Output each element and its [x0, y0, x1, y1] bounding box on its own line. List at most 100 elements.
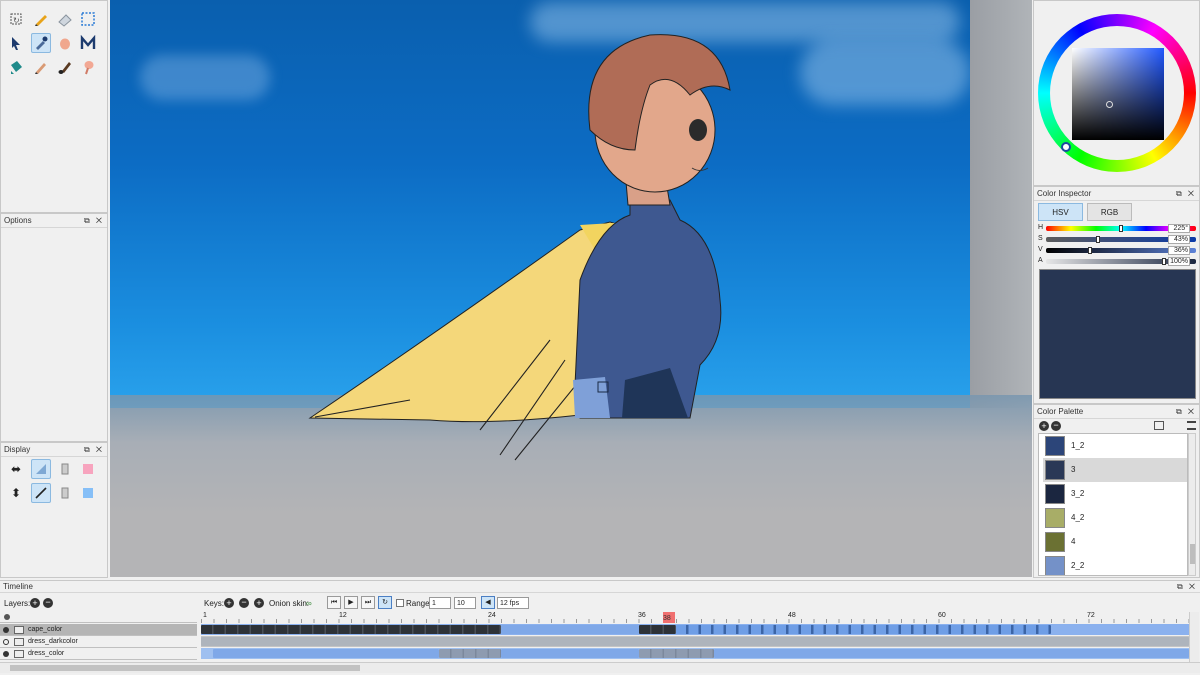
frame-ruler[interactable]: 1 12 24 36 38 48 60 72 — [201, 612, 1189, 623]
pencil-tool-icon[interactable] — [31, 9, 51, 29]
timeline-horizontal-scrollbar[interactable] — [0, 662, 1200, 673]
value-value[interactable]: 36% — [1168, 246, 1190, 255]
outline-display-icon[interactable] — [31, 459, 51, 479]
add-color-icon[interactable]: + — [1039, 421, 1049, 431]
flip-horizontal-icon[interactable]: ⬌ — [6, 459, 26, 479]
keyframe-block[interactable] — [714, 649, 1189, 658]
panel-title-buttons[interactable]: ⧉ ✕ — [1176, 405, 1196, 418]
range-end-input[interactable]: 10 — [454, 597, 476, 609]
keyframe-block[interactable] — [676, 625, 1051, 634]
palette-item[interactable]: 3_2 — [1043, 482, 1187, 506]
saturation-value[interactable]: 43% — [1168, 235, 1190, 244]
slider-handle[interactable] — [1118, 225, 1123, 232]
palette-item[interactable]: 1_2 — [1043, 434, 1187, 458]
layer-visibility-icon[interactable] — [3, 639, 9, 645]
goto-end-button[interactable]: ⏭ — [361, 596, 375, 609]
panel-title-buttons[interactable]: ⧉ ✕ — [84, 214, 104, 227]
layer-row[interactable]: dress_darkcolor — [0, 636, 197, 648]
palette-swatch — [1045, 508, 1065, 528]
add-layer-icon[interactable]: + — [30, 598, 40, 608]
goto-start-button[interactable]: ⏮ — [327, 596, 341, 609]
thin-lines-icon[interactable] — [31, 483, 51, 503]
pen-tool-icon[interactable] — [31, 57, 51, 77]
palette-swatch — [1045, 556, 1065, 575]
layer-track-dress-darkcolor[interactable] — [201, 636, 1189, 647]
keyframe-block[interactable] — [201, 637, 1189, 646]
onion-prev-color-icon[interactable] — [78, 459, 98, 479]
loop-button[interactable]: ↻ — [378, 596, 392, 609]
palette-item[interactable]: 4_2 — [1043, 506, 1187, 530]
color-inspector-title: Color Inspector ⧉ ✕ — [1034, 187, 1199, 201]
remove-color-icon[interactable]: − — [1051, 421, 1061, 431]
frame-tick: 12 — [339, 612, 347, 619]
polyline-tool-icon[interactable] — [78, 33, 98, 53]
flip-vertical-icon[interactable]: ⬍ — [6, 483, 26, 503]
keyframe-block[interactable] — [639, 649, 714, 658]
slider-handle[interactable] — [1162, 258, 1166, 265]
onion-skin-label: Onion skin: — [269, 599, 310, 608]
range-label: Range — [406, 599, 430, 608]
layer-row[interactable]: dress_color — [0, 648, 197, 660]
layer-track-dress-color[interactable] — [201, 648, 1189, 659]
hand-tool-icon[interactable] — [55, 33, 75, 53]
palette-view-icon[interactable] — [1154, 421, 1164, 430]
slider-handle[interactable] — [1095, 236, 1100, 243]
visibility-all-icon[interactable] — [4, 614, 10, 620]
panel-title-buttons[interactable]: ⧉ ✕ — [1176, 187, 1196, 200]
keyframe-block[interactable] — [439, 649, 501, 658]
pointer-tool-icon[interactable] — [6, 33, 26, 53]
keyframe-block[interactable] — [201, 625, 501, 634]
select-tool-icon[interactable]: ↻ — [6, 9, 26, 29]
crop-tool-icon[interactable] — [78, 9, 98, 29]
overlay-icon[interactable] — [55, 459, 75, 479]
keyframe-block[interactable] — [501, 625, 639, 634]
drawing-canvas[interactable] — [110, 0, 1032, 577]
range-start-input[interactable]: 1 — [429, 597, 451, 609]
onion-next-color-icon[interactable] — [78, 483, 98, 503]
hsv-tab[interactable]: HSV — [1038, 203, 1083, 221]
palette-item[interactable]: 4 — [1043, 530, 1187, 554]
bucket-tool-icon[interactable] — [6, 57, 26, 77]
remove-layer-icon[interactable]: − — [43, 598, 53, 608]
remove-key-icon[interactable]: − — [239, 598, 249, 608]
rgb-tab[interactable]: RGB — [1087, 203, 1132, 221]
keyframe-block[interactable] — [501, 649, 639, 658]
layer-visibility-icon[interactable] — [3, 651, 9, 657]
slider-handle[interactable] — [1087, 247, 1092, 254]
hue-value[interactable]: 225° — [1168, 224, 1190, 233]
onion-skin-icon[interactable]: ∞ — [306, 599, 312, 608]
range-checkbox[interactable] — [396, 599, 404, 607]
palette-menu-icon[interactable] — [1187, 421, 1196, 430]
palette-swatch — [1045, 460, 1065, 480]
brush-tool-icon[interactable] — [55, 57, 75, 77]
hue-handle[interactable] — [1061, 142, 1071, 152]
smudge-tool-icon[interactable] — [78, 57, 98, 77]
mirror-icon[interactable] — [55, 483, 75, 503]
palette-item[interactable]: 2_2 — [1043, 554, 1187, 575]
sound-icon[interactable]: ◀ — [481, 596, 495, 609]
timeline-vertical-scrollbar[interactable] — [1189, 612, 1199, 662]
frame-tick: 36 — [638, 612, 646, 619]
layer-row[interactable]: cape_color — [0, 624, 197, 636]
eraser-tool-icon[interactable] — [55, 9, 75, 29]
eyedropper-tool-icon[interactable] — [31, 33, 51, 53]
layer-visibility-icon[interactable] — [3, 627, 9, 633]
play-button[interactable]: ▶ — [344, 596, 358, 609]
palette-item[interactable]: 3 — [1043, 458, 1187, 482]
panel-title-buttons[interactable]: ⧉ ✕ — [1177, 581, 1197, 592]
svg-text:↻: ↻ — [13, 16, 20, 25]
timeline-title: Timeline ⧉ ✕ — [0, 581, 1200, 593]
palette-scrollbar[interactable] — [1188, 433, 1196, 576]
fps-input[interactable]: 12 fps — [497, 597, 529, 609]
playhead-marker[interactable]: 38 — [663, 612, 675, 623]
palette-swatch — [1045, 484, 1065, 504]
layer-track-cape-color[interactable] — [201, 624, 1189, 635]
duplicate-key-icon[interactable]: + — [254, 598, 264, 608]
alpha-value[interactable]: 100% — [1168, 257, 1190, 266]
panel-title-buttons[interactable]: ⧉ ✕ — [84, 443, 104, 456]
saturation-value-square[interactable] — [1072, 48, 1164, 140]
keyframe-block[interactable] — [639, 625, 676, 634]
color-preview — [1039, 269, 1196, 399]
add-key-icon[interactable]: + — [224, 598, 234, 608]
keyframe-block[interactable] — [213, 649, 439, 658]
